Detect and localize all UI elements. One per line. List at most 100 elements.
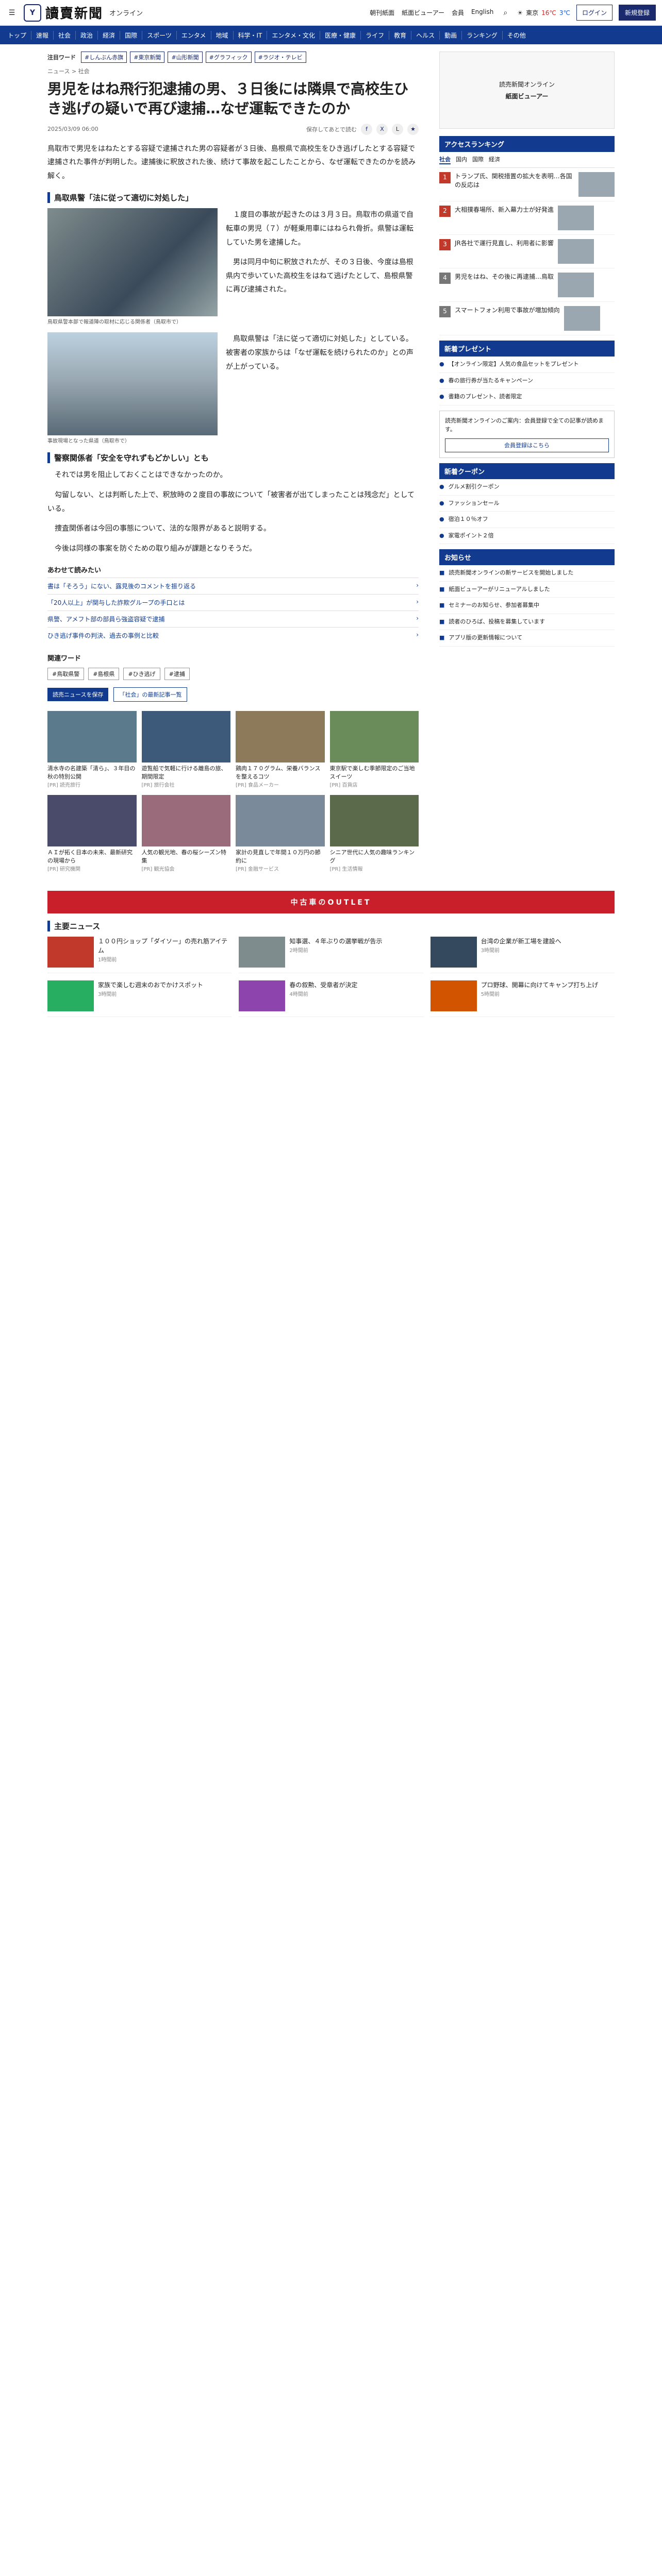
promo-card[interactable]: 家計の見直しで年間１０万円の節約に [PR] 金融サービス — [236, 794, 325, 873]
news-card[interactable]: プロ野球、開幕に向けてキャンプ打ち上げ 5時間前 — [430, 980, 615, 1018]
ranking-item[interactable]: 5 スマートフォン利用で事故が増加傾向 — [439, 302, 615, 335]
nav-item[interactable]: 国際 — [120, 30, 143, 40]
ranking-item[interactable]: 4 男児をはね、その後に再逮捕…鳥取 — [439, 268, 615, 302]
notice-item[interactable]: ■ セミナーのお知らせ、参加者募集中 — [439, 598, 615, 614]
coupon-item[interactable]: ● 家電ポイント２倍 — [439, 528, 615, 545]
accident-site-photo[interactable] — [47, 332, 218, 436]
menu-icon[interactable]: ☰ — [6, 7, 18, 19]
nav-item[interactable]: 速報 — [31, 30, 54, 40]
promo-card[interactable]: 東京駅で楽しむ季節限定のご当地スイーツ [PR] 百貨店 — [329, 711, 419, 789]
ranking-tab[interactable]: 社会 — [439, 155, 451, 164]
news-card[interactable]: 知事選、４年ぶりの選挙戦が告示 2時間前 — [239, 937, 423, 974]
news-card[interactable]: １００円ショップ「ダイソー」の売れ筋アイテム 1時間前 — [47, 937, 232, 974]
news-card[interactable]: 台湾の企業が新工場を建設へ 3時間前 — [430, 937, 615, 974]
keyword-chip[interactable]: #逮捕 — [164, 668, 190, 681]
ranking-item[interactable]: 3 JR各社で運行見直し、利用者に影響 — [439, 235, 615, 268]
nav-item[interactable]: 教育 — [389, 30, 412, 40]
nav-item[interactable]: その他 — [503, 31, 531, 40]
keyword-chip[interactable]: #ひき逃げ — [123, 668, 160, 681]
notice-item[interactable]: ■ アプリ版の更新情報について — [439, 630, 615, 647]
save-news-button[interactable]: 読売ニュースを保存 — [47, 688, 109, 702]
top-bar: ☰ Y 讀賣新聞 オンライン 朝刊紙面 紙面ビューアー 会員 English ⌕… — [0, 0, 662, 26]
news-title: プロ野球、開幕に向けてキャンプ打ち上げ — [481, 981, 599, 989]
ranking-tab[interactable]: 経済 — [489, 155, 500, 164]
notice-item[interactable]: ■ 紙面ビューアーがリニューアルしました — [439, 582, 615, 598]
nav-item[interactable]: 社会 — [54, 30, 76, 40]
notice-button[interactable]: 会員登録はこちら — [445, 438, 609, 453]
ranking-tab[interactable]: 国内 — [456, 155, 467, 164]
notice-item[interactable]: ■ 読者のひろば、投稿を募集しています — [439, 614, 615, 631]
nav-item[interactable]: 動画 — [440, 30, 462, 40]
register-button[interactable]: 新規登録 — [618, 5, 656, 21]
nav-item[interactable]: 科学・IT — [234, 30, 268, 40]
viewer-ad[interactable]: 読売新聞オンライン 紙面ビューアー — [439, 52, 615, 129]
chevron-right-icon: › — [416, 598, 419, 606]
notice-item[interactable]: ■ 読売新聞オンラインの新サービスを開始しました — [439, 565, 615, 582]
util-link-member[interactable]: 会員 — [452, 8, 464, 17]
article-lead: 鳥取市で男児をはねたとする容疑で逮捕された男の容疑者が３日後、島根県で高校生をひ… — [47, 144, 416, 180]
press-conference-photo[interactable] — [47, 208, 218, 317]
news-card[interactable]: 家族で楽しむ週末のおでかけスポット 3時間前 — [47, 980, 232, 1018]
save-later-label[interactable]: 保存してあとで読む — [306, 125, 357, 133]
bullet-icon: ● — [439, 499, 444, 506]
nav-item[interactable]: 政治 — [76, 30, 98, 40]
coupon-item[interactable]: ● ファッションセール — [439, 496, 615, 512]
tag-chip[interactable]: #グラフィック — [205, 52, 252, 63]
coupon-item[interactable]: ● 宿泊１０％オフ — [439, 512, 615, 528]
promo-card[interactable]: 清水寺の名建築「清ら」、３年目の秋の特別公開 [PR] 読売旅行 — [47, 711, 137, 789]
present-item[interactable]: ● 【オンライン限定】人気の食品セットをプレゼント — [439, 357, 615, 373]
category-list-button[interactable]: 「社会」の最新記事一覧 — [113, 687, 188, 702]
nav-item[interactable]: ランキング — [462, 30, 503, 40]
tag-chip[interactable]: #ラジオ・テレビ — [254, 52, 306, 63]
present-heading: 新着プレゼント — [439, 341, 615, 357]
coupon-item[interactable]: ● グルメ割引クーポン — [439, 479, 615, 496]
related-link[interactable]: 「20人以上」が関与した詐欺グループの手口とは › — [47, 594, 419, 611]
tag-chip[interactable]: #山形新聞 — [168, 52, 203, 63]
news-title: １００円ショップ「ダイソー」の売れ筋アイテム — [98, 938, 228, 955]
weather-widget[interactable]: ☀ 東京 16℃ 3℃ — [517, 8, 570, 17]
util-link-english[interactable]: English — [471, 8, 493, 17]
nav-item[interactable]: スポーツ — [142, 30, 177, 40]
nav-item[interactable]: エンタメ — [177, 30, 211, 40]
nav-item[interactable]: トップ — [3, 30, 32, 40]
outlet-banner[interactable]: 中古車のOUTLET — [47, 891, 615, 914]
ranking-item[interactable]: 2 大相撲春場所、新入幕力士が好発進 — [439, 201, 615, 235]
promo-card[interactable]: 人気の観光地、春の桜シーズン特集 [PR] 観光協会 — [141, 794, 230, 873]
related-link[interactable]: 書は「そろう」にない、露見後のコメントを振り返る › — [47, 578, 419, 594]
site-logo[interactable]: Y 讀賣新聞 オンライン — [24, 3, 143, 22]
promo-title: ＡＩが拓く日本の未来、最新研究の現場から — [47, 849, 133, 864]
nav-item[interactable]: 医療・健康 — [320, 30, 361, 40]
nav-item[interactable]: エンタメ・文化 — [267, 30, 321, 40]
bookmark-icon[interactable]: ★ — [407, 123, 419, 135]
util-link-viewer[interactable]: 紙面ビューアー — [402, 8, 444, 17]
keyword-chip[interactable]: #鳥取県警 — [47, 668, 85, 681]
tag-chip[interactable]: #しんぶん赤旗 — [81, 52, 127, 63]
promo-card[interactable]: 鶏肉１７０グラム、栄養バランスを整えるコツ [PR] 食品メーカー — [236, 711, 325, 789]
nav-item[interactable]: ライフ — [361, 30, 390, 40]
search-icon[interactable]: ⌕ — [500, 7, 511, 19]
ranking-tab[interactable]: 国際 — [472, 155, 484, 164]
related-link[interactable]: ひき逃げ事件の判決、過去の事例と比較 › — [47, 627, 419, 643]
promo-image — [47, 711, 137, 763]
ranking-title: JR各社で運行見直し、利用者に影響 — [455, 240, 554, 247]
breadcrumb[interactable]: ニュース > 社会 — [47, 67, 419, 75]
ranking-thumbnail — [578, 172, 615, 197]
util-link-paper[interactable]: 朝刊紙面 — [370, 8, 394, 17]
related-link[interactable]: 県警、アメフト部の部員ら強盗容疑で逮捕 › — [47, 611, 419, 627]
line-icon[interactable]: L — [392, 123, 403, 135]
tag-chip[interactable]: #東京新聞 — [130, 52, 165, 63]
nav-item[interactable]: ヘルス — [411, 30, 440, 40]
present-item[interactable]: ● 春の旅行券が当たるキャンペーン — [439, 373, 615, 389]
present-item[interactable]: ● 書籍のプレゼント、読者限定 — [439, 389, 615, 405]
facebook-icon[interactable]: f — [361, 123, 372, 135]
promo-card[interactable]: ＡＩが拓く日本の未来、最新研究の現場から [PR] 研究機関 — [47, 794, 137, 873]
news-card[interactable]: 春の叙勲、受章者が決定 4時間前 — [239, 980, 423, 1018]
login-button[interactable]: ログイン — [576, 5, 613, 21]
promo-card[interactable]: 遊覧船で気軽に行ける離島の旅、期間限定 [PR] 旅行会社 — [141, 711, 230, 789]
keyword-chip[interactable]: #島根県 — [88, 668, 120, 681]
promo-card[interactable]: シニア世代に人気の趣味ランキング [PR] 生活情報 — [329, 794, 419, 873]
x-icon[interactable]: X — [376, 123, 388, 135]
ranking-item[interactable]: 1 トランプ氏、関税措置の拡大を表明…各国の反応は — [439, 168, 615, 201]
nav-item[interactable]: 経済 — [98, 30, 121, 40]
nav-item[interactable]: 地域 — [211, 30, 234, 40]
